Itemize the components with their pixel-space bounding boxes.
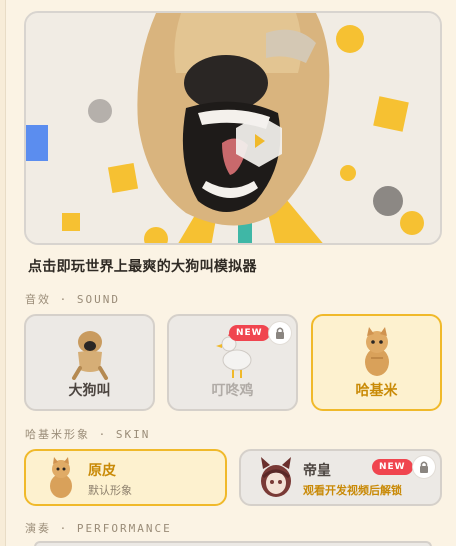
dog-icon	[71, 331, 108, 380]
cat-icon	[364, 327, 389, 376]
page-title: 点击即玩世界上最爽的大狗叫模拟器	[28, 259, 257, 275]
skin-description: 观看开发视频后解锁	[303, 484, 402, 497]
skin-card-default[interactable]: 原皮 默认形象	[24, 449, 227, 506]
sound-card-chicken[interactable]: NEW 叮咚鸡	[167, 314, 298, 411]
section-label-performance: 演奏 · PERFORMANCE	[25, 522, 172, 535]
sound-label: 哈基米	[355, 383, 398, 399]
emperor-avatar-icon	[261, 457, 291, 497]
play-button[interactable]	[231, 113, 287, 169]
lock-icon	[413, 456, 435, 478]
play-icon	[236, 115, 282, 167]
lock-icon	[269, 322, 291, 344]
new-badge: NEW	[372, 459, 413, 475]
skin-card-emperor[interactable]: 帝皇 观看开发视频后解锁 NEW	[239, 449, 442, 506]
sound-card-cat[interactable]: 哈基米	[311, 314, 442, 411]
sound-card-dog[interactable]: 大狗叫	[24, 314, 155, 411]
sound-label: 大狗叫	[68, 383, 111, 399]
section-label-sound: 音效 · SOUND	[25, 293, 120, 306]
skin-name: 原皮	[88, 463, 116, 479]
hero-video[interactable]	[24, 11, 442, 245]
skin-description: 默认形象	[88, 484, 132, 497]
new-badge: NEW	[229, 325, 270, 341]
skin-name: 帝皇	[303, 463, 331, 479]
performance-panel[interactable]	[34, 541, 432, 546]
left-rail	[0, 0, 6, 546]
cat-icon	[50, 457, 72, 498]
sound-label: 叮咚鸡	[211, 383, 254, 399]
section-label-skin: 哈基米形象 · SKIN	[25, 428, 151, 441]
